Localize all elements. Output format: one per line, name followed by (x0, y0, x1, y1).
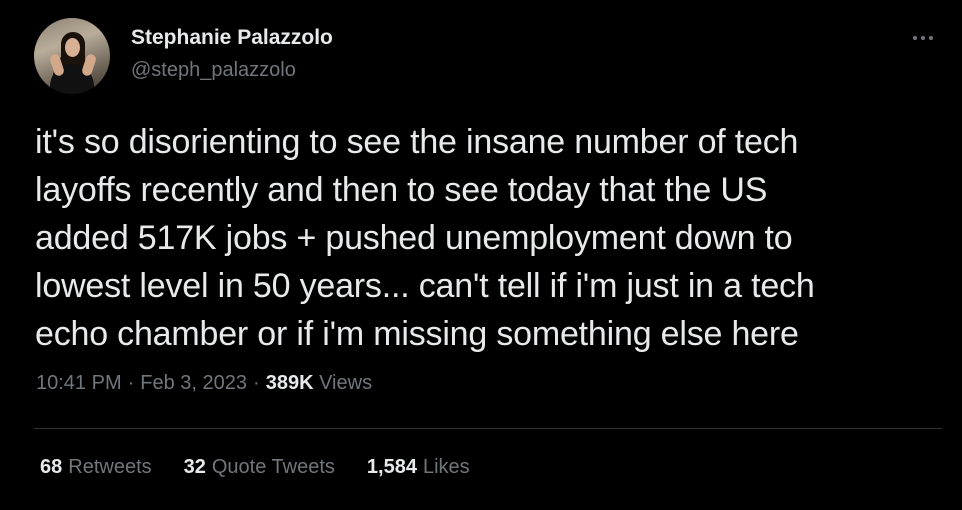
more-options-button[interactable] (906, 24, 940, 52)
tweet-text: it's so disorienting to see the insane n… (35, 123, 815, 353)
quote-tweets-stat[interactable]: 32 Quote Tweets (184, 456, 335, 479)
likes-count: 1,584 (366, 456, 417, 478)
avatar-face (65, 38, 80, 57)
views-label: Views (319, 372, 373, 394)
more-dot (913, 36, 917, 40)
retweets-count: 68 (40, 456, 63, 478)
tweet-date[interactable]: Feb 3, 2023 (140, 372, 247, 394)
retweets-stat[interactable]: 68 Retweets (40, 456, 152, 479)
author-display-name[interactable]: Stephanie Palazzolo (131, 26, 333, 50)
likes-label: Likes (422, 456, 470, 478)
tweet-time[interactable]: 10:41 PM (36, 372, 122, 394)
author-handle[interactable]: @steph_palazzolo (131, 59, 296, 82)
meta-separator: · (127, 372, 135, 394)
divider (34, 428, 942, 429)
quote-tweets-count: 32 (183, 456, 206, 478)
avatar[interactable] (34, 18, 110, 94)
tweet-card: Stephanie Palazzolo @steph_palazzolo it'… (0, 0, 962, 510)
more-horizontal-icon (913, 36, 933, 40)
quote-tweets-label: Quote Tweets (211, 456, 335, 478)
engagement-stats: 68 Retweets 32 Quote Tweets 1,584 Likes (40, 456, 470, 479)
likes-stat[interactable]: 1,584 Likes (367, 456, 470, 479)
tweet-meta: 10:41 PM · Feb 3, 2023 · 389K Views (36, 372, 372, 395)
retweets-label: Retweets (68, 456, 152, 478)
more-dot (921, 36, 925, 40)
views-count: 389K (265, 372, 314, 394)
more-dot (929, 36, 933, 40)
meta-separator: · (253, 372, 260, 394)
